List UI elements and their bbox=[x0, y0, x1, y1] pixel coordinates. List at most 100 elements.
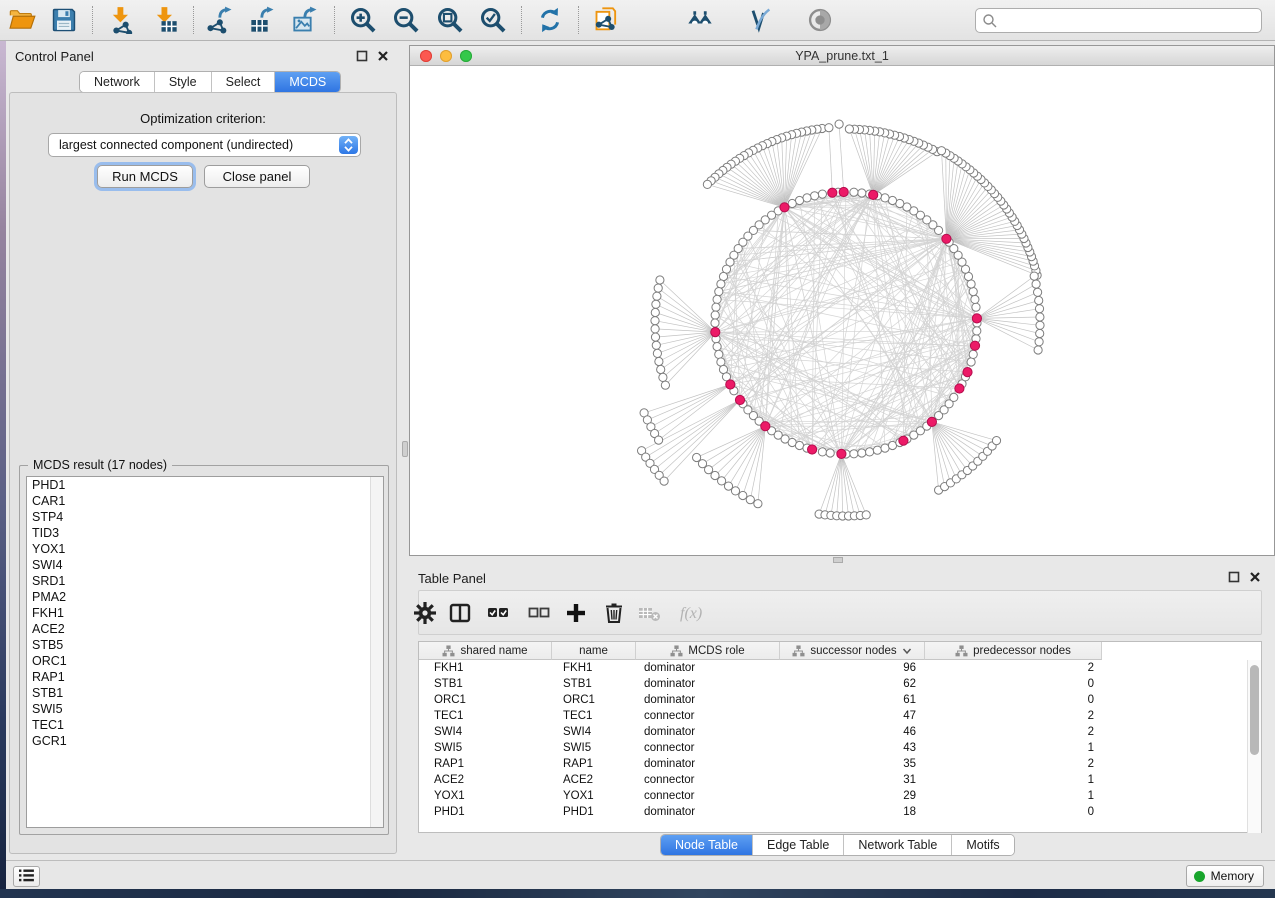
column-header-shared-name[interactable]: shared name bbox=[419, 642, 552, 660]
export-image-button[interactable] bbox=[290, 5, 322, 37]
mcds-result-item[interactable]: PMA2 bbox=[27, 589, 383, 605]
mcds-result-item[interactable]: TEC1 bbox=[27, 717, 383, 733]
control-panel-float-button[interactable] bbox=[356, 50, 368, 62]
add-column-icon bbox=[564, 601, 588, 625]
table-scrollbar[interactable] bbox=[1247, 660, 1261, 833]
table-row[interactable]: PHD1PHD1dominator180 bbox=[419, 804, 1261, 820]
delete-column-button[interactable] bbox=[599, 599, 629, 629]
mcds-result-item[interactable]: RAP1 bbox=[27, 669, 383, 685]
tab-motifs[interactable]: Motifs bbox=[952, 835, 1013, 855]
column-type-icon bbox=[670, 645, 683, 657]
tab-style[interactable]: Style bbox=[155, 72, 212, 92]
table-row[interactable]: YOX1YOX1connector291 bbox=[419, 788, 1261, 804]
tab-select[interactable]: Select bbox=[212, 72, 276, 92]
export-network-button[interactable] bbox=[205, 5, 237, 37]
tab-mcds[interactable]: MCDS bbox=[275, 72, 340, 92]
import-table-button[interactable] bbox=[149, 5, 181, 37]
mcds-result-item[interactable]: YOX1 bbox=[27, 541, 383, 557]
table-scrollbar-thumb[interactable] bbox=[1250, 665, 1259, 755]
table-row[interactable]: ORC1ORC1dominator610 bbox=[419, 692, 1261, 708]
task-history-button[interactable] bbox=[13, 866, 40, 887]
horizontal-splitter[interactable] bbox=[409, 556, 1275, 563]
control-panel-close-button[interactable] bbox=[377, 50, 389, 62]
tab-edge-table[interactable]: Edge Table bbox=[753, 835, 844, 855]
mcds-result-item[interactable]: ACE2 bbox=[27, 621, 383, 637]
search-input[interactable] bbox=[1002, 10, 1257, 31]
open-session-button[interactable] bbox=[6, 5, 38, 37]
mcds-list-scrollbar[interactable] bbox=[370, 477, 383, 827]
table-row[interactable]: RAP1RAP1dominator352 bbox=[419, 756, 1261, 772]
mcds-result-item[interactable]: CAR1 bbox=[27, 493, 383, 509]
mcds-result-item[interactable]: SRD1 bbox=[27, 573, 383, 589]
import-network-button[interactable] bbox=[105, 5, 137, 37]
network-window-titlebar[interactable]: YPA_prune.txt_1 bbox=[410, 46, 1274, 66]
table-settings-button[interactable] bbox=[410, 599, 440, 629]
splitter-grip[interactable] bbox=[402, 441, 408, 457]
column-header-name[interactable]: name bbox=[552, 642, 636, 660]
table-cell: RAP1 bbox=[419, 756, 552, 772]
mcds-result-item[interactable]: FKH1 bbox=[27, 605, 383, 621]
optimization-criterion-label: Optimization criterion: bbox=[10, 111, 396, 126]
select-all-button[interactable] bbox=[483, 599, 513, 629]
table-row[interactable]: SWI5SWI5connector431 bbox=[419, 740, 1261, 756]
column-header-predecessor-nodes[interactable]: predecessor nodes bbox=[925, 642, 1102, 660]
table-panel-close-button[interactable] bbox=[1249, 571, 1261, 583]
mcds-result-item[interactable]: STB1 bbox=[27, 685, 383, 701]
table-row[interactable]: SWI4SWI4dominator462 bbox=[419, 724, 1261, 740]
zoom-selected-button[interactable] bbox=[477, 5, 509, 37]
table-cell: 18 bbox=[780, 804, 925, 820]
table-cell: 46 bbox=[780, 724, 925, 740]
close-panel-button[interactable]: Close panel bbox=[204, 165, 310, 188]
table-cell: SWI5 bbox=[419, 740, 552, 756]
mcds-result-item[interactable]: STP4 bbox=[27, 509, 383, 525]
table-panel-float-button[interactable] bbox=[1228, 571, 1240, 583]
table-cell: 2 bbox=[925, 724, 1102, 740]
table-bottom-tabs: Node TableEdge TableNetwork TableMotifs bbox=[660, 834, 1015, 856]
mcds-result-item[interactable]: PHD1 bbox=[27, 477, 383, 493]
toolbar-separator bbox=[521, 6, 522, 34]
table-cell: FKH1 bbox=[552, 660, 636, 676]
tab-node-table[interactable]: Node Table bbox=[661, 835, 753, 855]
zoom-out-button[interactable] bbox=[390, 5, 422, 37]
mcds-result-item[interactable]: TID3 bbox=[27, 525, 383, 541]
mcds-result-item[interactable]: ORC1 bbox=[27, 653, 383, 669]
control-panel-title: Control Panel bbox=[15, 49, 94, 64]
memory-button[interactable]: Memory bbox=[1186, 865, 1264, 887]
column-visibility-button[interactable] bbox=[445, 599, 475, 629]
vertical-splitter[interactable] bbox=[401, 41, 409, 860]
table-row[interactable]: STB1STB1dominator620 bbox=[419, 676, 1261, 692]
new-network-from-selection-button[interactable] bbox=[591, 5, 623, 37]
mcds-result-item[interactable]: STB5 bbox=[27, 637, 383, 653]
mcds-result-list[interactable]: PHD1CAR1STP4TID3YOX1SWI4SRD1PMA2FKH1ACE2… bbox=[26, 476, 384, 828]
table-row[interactable]: ACE2ACE2connector311 bbox=[419, 772, 1261, 788]
export-table-button[interactable] bbox=[247, 5, 279, 37]
column-header-MCDS-role[interactable]: MCDS role bbox=[636, 642, 780, 660]
zoom-in-button[interactable] bbox=[347, 5, 379, 37]
add-column-button[interactable] bbox=[561, 599, 591, 629]
zoom-fit-button[interactable] bbox=[434, 5, 466, 37]
run-mcds-button[interactable]: Run MCDS bbox=[97, 165, 193, 188]
hide-graphics-details-button[interactable] bbox=[744, 5, 776, 37]
first-neighbors-button[interactable] bbox=[684, 5, 716, 37]
mcds-result-item[interactable]: SWI5 bbox=[27, 701, 383, 717]
column-header-successor-nodes[interactable]: successor nodes bbox=[780, 642, 925, 660]
table-cell: FKH1 bbox=[419, 660, 552, 676]
tab-network[interactable]: Network bbox=[80, 72, 155, 92]
control-panel: Control Panel NetworkStyleSelectMCDS Opt… bbox=[6, 41, 401, 860]
tab-network-table[interactable]: Network Table bbox=[844, 835, 952, 855]
table-row[interactable]: TEC1TEC1connector472 bbox=[419, 708, 1261, 724]
refresh-view-button[interactable] bbox=[534, 5, 566, 37]
mcds-result-item[interactable]: SWI4 bbox=[27, 557, 383, 573]
show-graphics-details-button[interactable] bbox=[804, 5, 836, 37]
network-graph[interactable] bbox=[410, 66, 1274, 555]
table-row[interactable]: FKH1FKH1dominator962 bbox=[419, 660, 1261, 676]
network-canvas[interactable] bbox=[410, 66, 1274, 555]
memory-label: Memory bbox=[1211, 869, 1254, 883]
search-box[interactable] bbox=[975, 8, 1262, 33]
mcds-result-item[interactable]: GCR1 bbox=[27, 733, 383, 749]
save-session-button[interactable] bbox=[48, 5, 80, 37]
deselect-all-button[interactable] bbox=[524, 599, 554, 629]
table-cell: dominator bbox=[636, 756, 780, 772]
dropdown-stepper-icon bbox=[339, 136, 358, 154]
criterion-dropdown[interactable]: largest connected component (undirected) bbox=[48, 133, 361, 157]
